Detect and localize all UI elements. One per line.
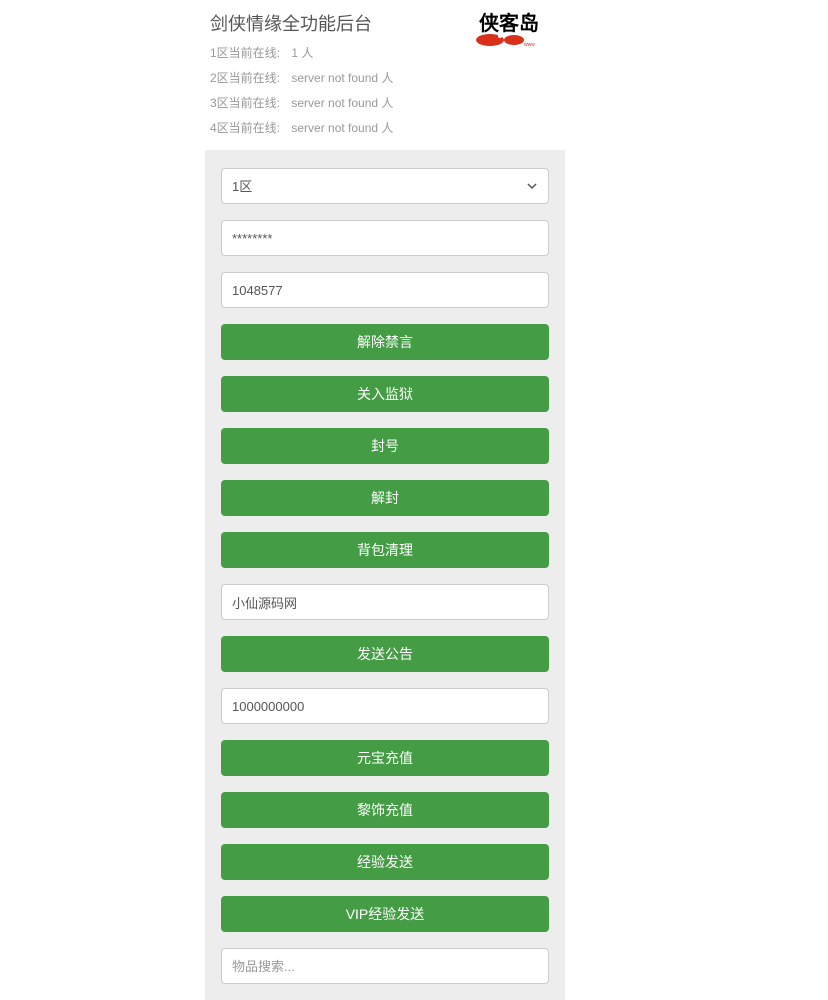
admin-panel: 1区 解除禁言 关入监狱 封号 解封 背包清理 发送公告 元宝充值 黎饰充值 经…: [205, 150, 565, 1000]
online-status-zone-3: 3区当前在线: server not found 人: [210, 94, 828, 111]
yuanbao-recharge-button[interactable]: 元宝充值: [221, 740, 549, 776]
online-value: 1 人: [291, 46, 313, 60]
send-announce-button[interactable]: 发送公告: [221, 636, 549, 672]
unmute-button[interactable]: 解除禁言: [221, 324, 549, 360]
header: 剑侠情缘全功能后台 1区当前在线: 1 人 2区当前在线: server not…: [0, 0, 828, 150]
exp-send-button[interactable]: 经验发送: [221, 844, 549, 880]
ban-button[interactable]: 封号: [221, 428, 549, 464]
jail-button[interactable]: 关入监狱: [221, 376, 549, 412]
unban-button[interactable]: 解封: [221, 480, 549, 516]
online-label: 3区当前在线:: [210, 96, 280, 110]
online-value: server not found 人: [291, 121, 393, 135]
password-input[interactable]: [221, 220, 549, 256]
online-value: server not found 人: [291, 71, 393, 85]
vip-exp-send-button[interactable]: VIP经验发送: [221, 896, 549, 932]
online-status-zone-4: 4区当前在线: server not found 人: [210, 119, 828, 136]
svg-text:www: www: [524, 42, 535, 48]
svg-text:侠客岛: 侠客岛: [479, 11, 539, 35]
online-status-zone-2: 2区当前在线: server not found 人: [210, 69, 828, 86]
zone-select[interactable]: 1区: [221, 168, 549, 204]
logo-image: 侠客岛 www: [470, 8, 548, 50]
online-value: server not found 人: [291, 96, 393, 110]
online-label: 2区当前在线:: [210, 71, 280, 85]
lishi-recharge-button[interactable]: 黎饰充值: [221, 792, 549, 828]
online-label: 1区当前在线:: [210, 46, 280, 60]
amount-input[interactable]: [221, 688, 549, 724]
player-id-input[interactable]: [221, 272, 549, 308]
item-search-input[interactable]: [221, 948, 549, 984]
announce-input[interactable]: [221, 584, 549, 620]
online-label: 4区当前在线:: [210, 121, 280, 135]
clear-bag-button[interactable]: 背包清理: [221, 532, 549, 568]
